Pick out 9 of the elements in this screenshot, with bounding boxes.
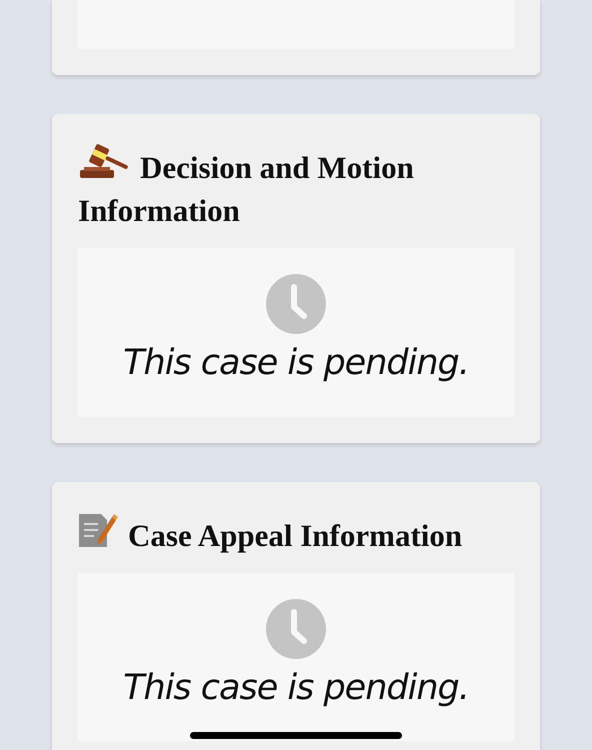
clock-icon bbox=[266, 598, 326, 658]
home-indicator[interactable] bbox=[190, 732, 402, 739]
clock-icon bbox=[266, 274, 326, 334]
status-message: This case is pending. bbox=[123, 668, 469, 707]
status-message: This case is pending. bbox=[123, 344, 469, 382]
section-heading: Case Appeal Information bbox=[78, 512, 514, 556]
section-heading: Decision and Motion Information bbox=[78, 144, 514, 232]
gavel-icon bbox=[78, 144, 130, 180]
memo-icon bbox=[78, 512, 118, 548]
